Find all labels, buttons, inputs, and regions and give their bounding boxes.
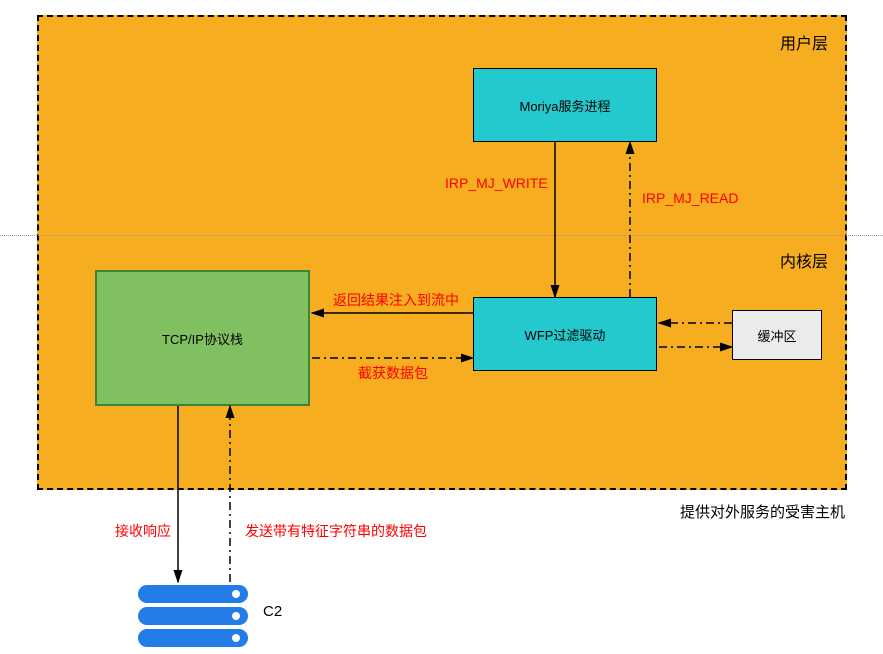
server-bar: [138, 585, 248, 603]
irp-write-label: IRP_MJ_WRITE: [445, 175, 548, 191]
moriya-service-box: Moriya服务进程: [473, 68, 657, 142]
server-bar: [138, 629, 248, 647]
wfp-label: WFP过滤驱动: [525, 325, 606, 344]
send-packet-label: 发送带有特征字符串的数据包: [245, 521, 427, 541]
irp-read-label: IRP_MJ_READ: [642, 190, 738, 206]
host-caption: 提供对外服务的受害主机: [680, 501, 845, 522]
capture-packet-label: 截获数据包: [358, 363, 428, 383]
c2-server-icon: [138, 585, 248, 651]
moriya-label: Moriya服务进程: [519, 96, 610, 115]
host-container: [37, 15, 847, 490]
tcpip-label: TCP/IP协议栈: [162, 329, 243, 348]
recv-response-label: 接收响应: [115, 521, 171, 541]
tcpip-stack-box: TCP/IP协议栈: [95, 270, 310, 406]
wfp-driver-box: WFP过滤驱动: [473, 297, 657, 371]
layer-divider: [0, 235, 883, 236]
server-bar: [138, 607, 248, 625]
inject-result-label: 返回结果注入到流中: [333, 290, 459, 310]
buffer-box: 缓冲区: [732, 310, 822, 360]
user-layer-label: 用户层: [780, 30, 828, 54]
buffer-label: 缓冲区: [757, 326, 796, 345]
c2-label: C2: [263, 603, 282, 620]
kernel-layer-label: 内核层: [780, 248, 828, 272]
